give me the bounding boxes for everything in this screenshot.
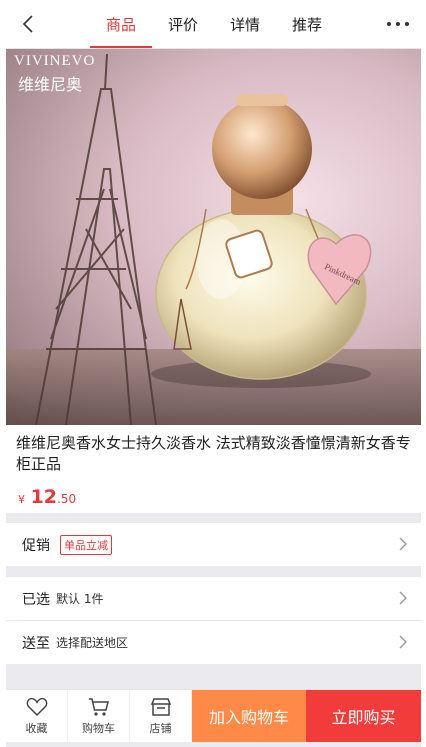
product-title: 维维尼奥香水女士持久淡香水 法式精致淡香憧憬清新女香专柜正品 <box>16 434 411 473</box>
brand-logo-cn: 维维尼奥 <box>18 75 83 94</box>
product-price: ¥ 12.50 <box>18 486 76 508</box>
chevron-left-icon <box>22 15 33 33</box>
back-button[interactable] <box>16 12 40 36</box>
product-page: 商品 评价 详情 推荐 Pinkdream VIVINEVO 维维尼奥 维维尼奥… <box>6 0 421 747</box>
tab-reviews[interactable]: 评价 <box>152 0 214 48</box>
chevron-right-icon <box>399 591 407 605</box>
heart-icon <box>26 697 47 716</box>
promo-label: 促销 <box>22 537 50 554</box>
bottom-action-bar: 收藏 购物车 店铺 加入购物车 立即购买 <box>6 689 421 742</box>
selected-spec-row[interactable]: 已选 默认 1件 <box>6 577 421 620</box>
tab-details[interactable]: 详情 <box>214 0 276 48</box>
shop-button[interactable]: 店铺 <box>130 690 192 742</box>
shipping-value: 选择配送地区 <box>56 636 129 650</box>
more-menu-icon[interactable] <box>387 22 409 26</box>
cart-button[interactable]: 购物车 <box>68 690 130 742</box>
cart-icon <box>88 697 109 716</box>
tab-bar: 商品 评价 详情 推荐 <box>90 0 338 48</box>
selected-label: 已选 <box>22 591 50 608</box>
tab-product[interactable]: 商品 <box>90 0 152 48</box>
perfume-photo: Pinkdream <box>6 53 421 425</box>
currency-symbol: ¥ <box>18 493 25 506</box>
favorite-button[interactable]: 收藏 <box>6 690 68 742</box>
shipping-row[interactable]: 送至 选择配送地区 <box>6 621 421 664</box>
price-integer: 12 <box>30 486 58 508</box>
buy-now-button[interactable]: 立即购买 <box>306 690 421 742</box>
shipping-label: 送至 <box>22 635 50 652</box>
promo-row[interactable]: 促销 单品立减 <box>6 523 421 566</box>
selected-value: 默认 1件 <box>56 592 104 606</box>
add-to-cart-button[interactable]: 加入购物车 <box>192 690 306 742</box>
promo-badge: 单品立减 <box>60 534 112 555</box>
shop-label: 店铺 <box>149 721 172 735</box>
product-image[interactable]: Pinkdream VIVINEVO 维维尼奥 <box>6 49 421 425</box>
tab-recommend[interactable]: 推荐 <box>276 0 338 48</box>
price-decimal: .50 <box>57 492 77 506</box>
top-nav: 商品 评价 详情 推荐 <box>6 0 421 49</box>
brand-logo-en: VIVINEVO <box>14 53 96 69</box>
store-icon <box>150 697 171 716</box>
favorite-label: 收藏 <box>25 721 48 735</box>
chevron-right-icon <box>399 537 407 551</box>
chevron-right-icon <box>399 635 407 649</box>
cart-label: 购物车 <box>82 721 115 735</box>
